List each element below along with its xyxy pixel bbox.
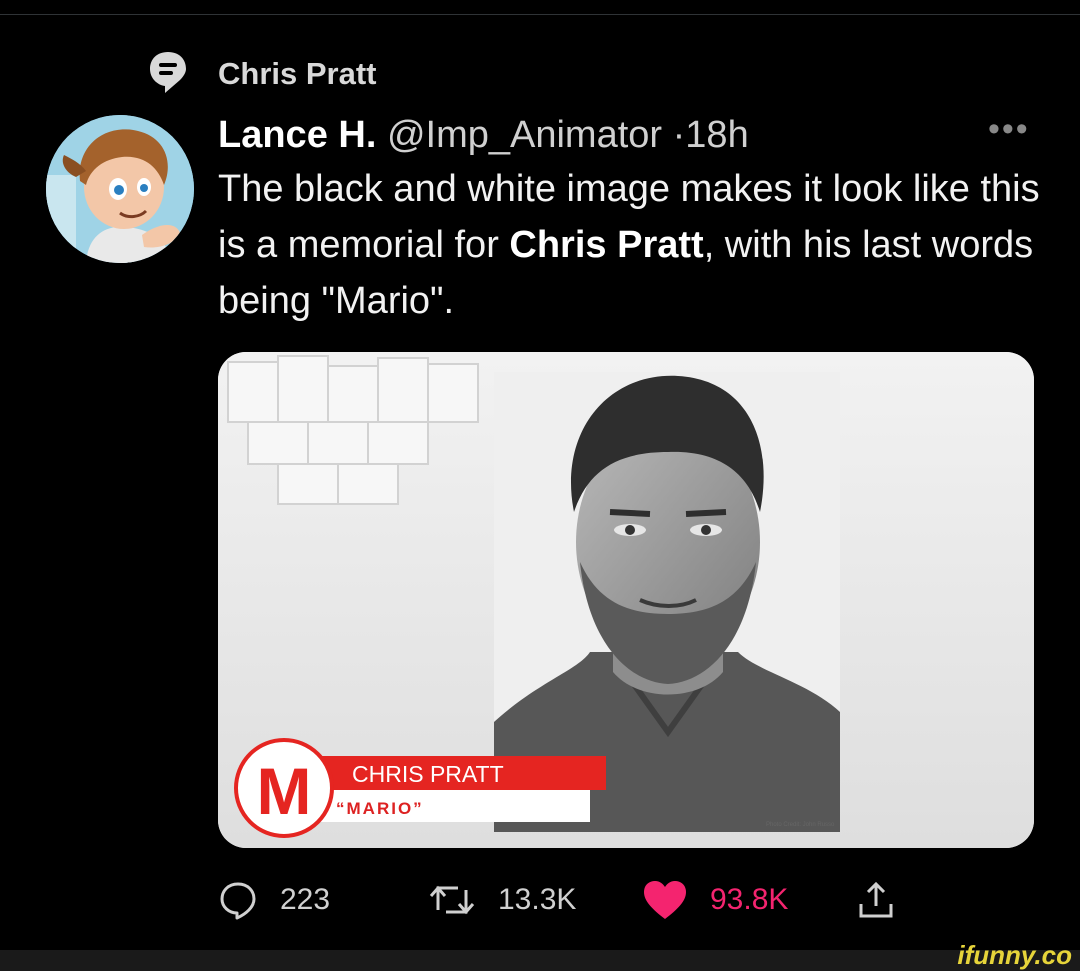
mario-logo-letter: M bbox=[257, 754, 312, 828]
avatar[interactable] bbox=[46, 115, 194, 263]
share-button[interactable] bbox=[856, 868, 896, 932]
avatar-cartoon-image bbox=[46, 115, 194, 263]
heart-icon bbox=[644, 881, 686, 919]
user-handle[interactable]: @Imp_Animator bbox=[387, 114, 662, 156]
retweet-button[interactable]: 13.3K bbox=[428, 868, 576, 932]
reply-button[interactable]: 223 bbox=[218, 868, 330, 932]
tweet-text: The black and white image makes it look … bbox=[218, 168, 1040, 322]
more-options-icon[interactable]: ••• bbox=[988, 110, 1030, 149]
ifunny-watermark: ifunny.co bbox=[957, 940, 1072, 970]
share-icon bbox=[859, 881, 893, 918]
watermark-bar: ifunny.co bbox=[0, 940, 1080, 971]
reply-icon bbox=[220, 882, 256, 920]
tweet-actions: 223 13.3K 93.8K bbox=[218, 868, 938, 932]
tweet-header: Lance H. @Imp_Animator ·18h bbox=[218, 110, 1048, 160]
reply-count: 223 bbox=[280, 883, 331, 916]
tweet-time[interactable]: 18h bbox=[685, 114, 748, 156]
tweet-media[interactable]: Photo Credit: John Russo CHRIS PRATT “MA… bbox=[218, 352, 1034, 848]
photo-credit: Photo Credit: John Russo bbox=[766, 822, 835, 828]
retweet-icon bbox=[429, 885, 475, 915]
media-image: Photo Credit: John Russo CHRIS PRATT “MA… bbox=[218, 352, 1034, 848]
retweet-count: 13.3K bbox=[498, 883, 577, 916]
banner-name: CHRIS PRATT bbox=[352, 761, 504, 787]
banner-quote: “MARIO” bbox=[336, 799, 424, 818]
like-count: 93.8K bbox=[710, 883, 789, 916]
topic-icon bbox=[150, 52, 186, 93]
topic-context[interactable]: Chris Pratt bbox=[148, 50, 376, 94]
separator-dot: · bbox=[672, 114, 686, 156]
tweet-body: Lance H. @Imp_Animator ·18h ••• The blac… bbox=[218, 110, 1048, 329]
like-button[interactable]: 93.8K bbox=[642, 868, 788, 932]
topic-label[interactable]: Chris Pratt bbox=[218, 56, 376, 92]
tweet-text-bold: Chris Pratt bbox=[509, 224, 704, 266]
top-divider bbox=[0, 14, 1080, 15]
display-name[interactable]: Lance H. bbox=[218, 114, 376, 156]
